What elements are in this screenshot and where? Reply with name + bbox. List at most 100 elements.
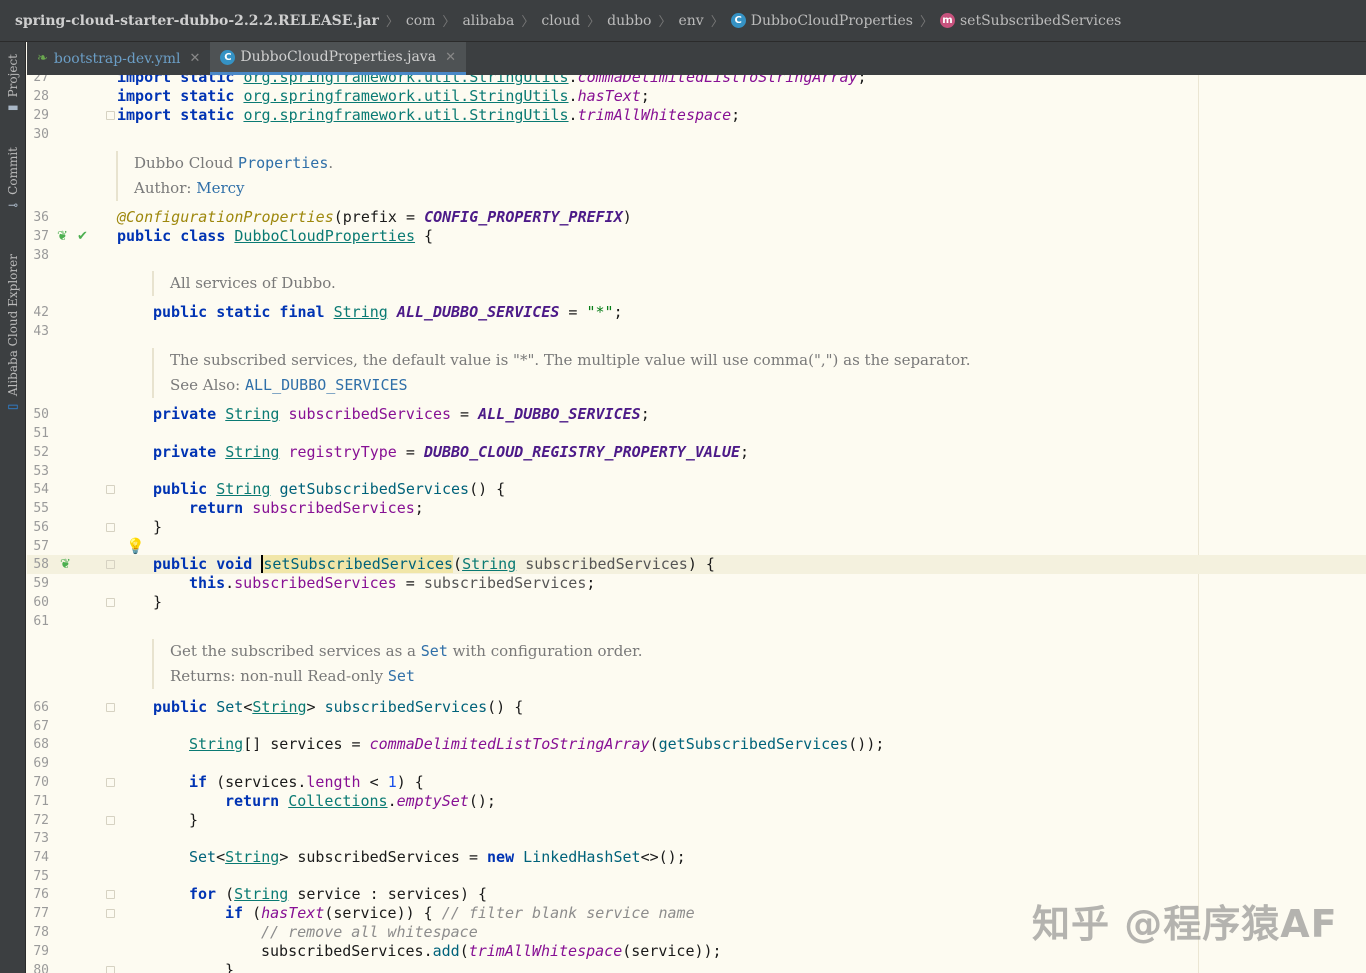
- alibaba-cloud-explorer-tab[interactable]: Alibaba Cloud Explorer ▭: [3, 254, 23, 412]
- code-text: Set<String> subscribedServices = new Lin…: [189, 848, 686, 866]
- line-number: 68: [33, 737, 49, 752]
- class-icon: C: [730, 13, 746, 28]
- code-line: 74 Set<String> subscribedServices = new …: [27, 848, 1366, 867]
- code-line: 80 }: [27, 961, 1366, 973]
- line-number: 54: [33, 482, 49, 497]
- line-number: 43: [33, 324, 49, 339]
- alibaba-cloud-icon: ▭: [7, 399, 19, 414]
- line-number: 59: [33, 576, 49, 591]
- line-number: 29: [33, 108, 49, 123]
- code-text: return subscribedServices;: [189, 499, 424, 517]
- spring-bean-gutter-icon[interactable]: ❦: [57, 227, 68, 246]
- code-line: 60 }: [27, 593, 1366, 612]
- code-line: 51: [27, 424, 1366, 443]
- code-text: }: [225, 961, 235, 973]
- code-text: public String getSubscribedServices() {: [153, 480, 506, 498]
- tab-bootstrap-dev-yml[interactable]: ❧ bootstrap-dev.yml ✕: [27, 42, 210, 75]
- breadcrumb-separator-icon: 〉: [919, 15, 933, 30]
- code-line: 55 return subscribedServices;: [27, 499, 1366, 518]
- navigation-bar: spring-cloud-starter-dubbo-2.2.2.RELEASE…: [0, 0, 1366, 42]
- spring-property-gutter-icon[interactable]: ❦: [60, 555, 71, 574]
- project-tool-tab[interactable]: Project ▬: [3, 54, 23, 113]
- line-number: 50: [33, 407, 49, 422]
- folder-icon: ▬: [7, 100, 19, 115]
- fold-marker-icon[interactable]: [106, 778, 115, 787]
- fold-marker-icon[interactable]: [106, 909, 115, 918]
- code-line: 75: [27, 867, 1366, 886]
- fold-marker-icon[interactable]: [106, 890, 115, 899]
- breadcrumb-method[interactable]: setSubscribedServices: [960, 13, 1121, 29]
- code-text: public static final String ALL_DUBBO_SER…: [153, 303, 623, 321]
- code-text: }: [189, 811, 199, 829]
- line-number: 77: [33, 906, 49, 921]
- code-text: import static org.springframework.util.S…: [117, 87, 650, 105]
- tab-dubbocloudproperties-java[interactable]: C DubboCloudProperties.java ✕: [210, 42, 466, 75]
- breadcrumb-class[interactable]: DubboCloudProperties: [751, 13, 913, 29]
- line-number: 56: [33, 520, 49, 535]
- line-number: 51: [33, 426, 49, 441]
- tab-label: DubboCloudProperties.java: [240, 49, 437, 65]
- code-line-current: 58 ❦ public void setSubscribedServices(S…: [27, 555, 1366, 574]
- fold-marker-icon[interactable]: [106, 560, 115, 569]
- breadcrumb-jar[interactable]: spring-cloud-starter-dubbo-2.2.2.RELEASE…: [15, 13, 379, 29]
- line-number: 42: [33, 305, 49, 320]
- breadcrumb-package-dubbo[interactable]: dubbo: [607, 13, 651, 29]
- code-text: public Set<String> subscribedServices() …: [153, 698, 524, 716]
- code-line: 54 public String getSubscribedServices()…: [27, 480, 1366, 499]
- code-line: 28 import static org.springframework.uti…: [27, 87, 1366, 106]
- close-icon[interactable]: ✕: [190, 51, 201, 66]
- line-number: 74: [33, 850, 49, 865]
- code-line: 43: [27, 322, 1366, 341]
- code-line: 36 @ConfigurationProperties(prefix = CON…: [27, 208, 1366, 227]
- breadcrumb-package-cloud[interactable]: cloud: [541, 13, 580, 29]
- spring-config-gutter-icon[interactable]: ✔: [77, 227, 88, 246]
- close-icon[interactable]: ✕: [445, 50, 456, 65]
- code-line: 56 }: [27, 518, 1366, 537]
- code-line: 53: [27, 462, 1366, 481]
- breadcrumb-package-alibaba[interactable]: alibaba: [462, 13, 514, 29]
- line-number: 72: [33, 813, 49, 828]
- project-tab-label: Project: [6, 54, 20, 98]
- code-line: 66 public Set<String> subscribedServices…: [27, 698, 1366, 717]
- code-line: 61: [27, 612, 1366, 631]
- breadcrumb-package-env[interactable]: env: [678, 13, 703, 29]
- code-line: 72 }: [27, 811, 1366, 830]
- commit-tab-label: Commit: [6, 147, 20, 195]
- code-line: 59 this.subscribedServices = subscribedS…: [27, 574, 1366, 593]
- line-number: 75: [33, 869, 49, 884]
- code-line: 37 ❦ ✔ public class DubboCloudProperties…: [27, 227, 1366, 246]
- code-text: private String subscribedServices = ALL_…: [153, 405, 650, 423]
- fold-marker-icon[interactable]: [106, 816, 115, 825]
- code-text: return Collections.emptySet();: [225, 792, 496, 810]
- line-number: 57: [33, 539, 49, 554]
- tab-label: bootstrap-dev.yml: [53, 50, 181, 67]
- fold-marker-icon[interactable]: [106, 485, 115, 494]
- fold-marker-icon[interactable]: [106, 598, 115, 607]
- breadcrumb-package-com[interactable]: com: [406, 13, 436, 29]
- breadcrumb-separator-icon: 〉: [587, 15, 601, 30]
- line-number: 55: [33, 501, 49, 516]
- editor-tabs: ❧ bootstrap-dev.yml ✕ C DubboCloudProper…: [27, 42, 1366, 75]
- code-text: if (hasText(service)) { // filter blank …: [225, 904, 695, 922]
- code-line: 30: [27, 125, 1366, 144]
- code-text: this.subscribedServices = subscribedServ…: [189, 574, 596, 592]
- line-number: 37: [33, 229, 49, 244]
- line-number: 38: [33, 248, 49, 263]
- code-text: import static org.springframework.util.S…: [117, 75, 867, 86]
- commit-tool-tab[interactable]: Commit ⊸: [3, 147, 23, 211]
- rendered-javadoc-all-services: All services of Dubbo.: [152, 271, 336, 296]
- code-text: // remove all whitespace: [261, 923, 478, 941]
- line-number: 78: [33, 925, 49, 940]
- fold-marker-icon[interactable]: [106, 111, 115, 120]
- line-number: 76: [33, 887, 49, 902]
- intention-bulb-icon[interactable]: 💡: [126, 537, 145, 555]
- code-editor[interactable]: 27 import static org.springframework.uti…: [27, 75, 1366, 973]
- fold-marker-icon[interactable]: [106, 523, 115, 532]
- code-text: import static org.springframework.util.S…: [117, 106, 741, 124]
- fold-marker-icon[interactable]: [106, 703, 115, 712]
- line-number: 58: [33, 557, 49, 572]
- code-line: 71 return Collections.emptySet();: [27, 792, 1366, 811]
- code-line: 50 private String subscribedServices = A…: [27, 405, 1366, 424]
- commit-icon: ⊸: [7, 197, 19, 212]
- fold-marker-icon[interactable]: [106, 966, 115, 973]
